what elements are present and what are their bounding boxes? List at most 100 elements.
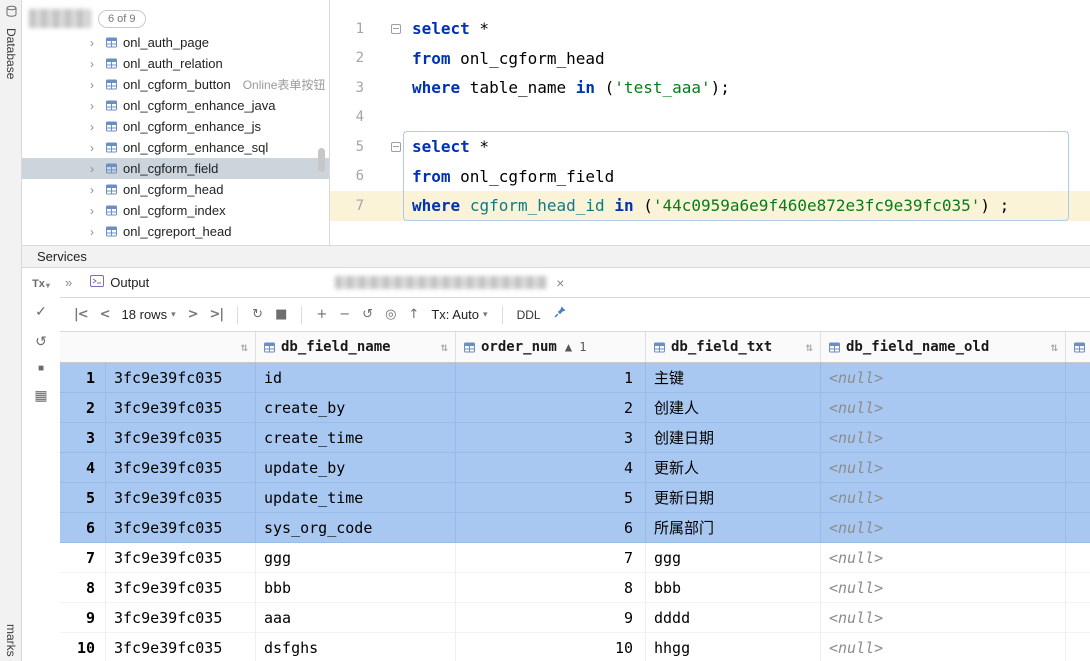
commit-icon[interactable]: ✓ bbox=[35, 303, 47, 320]
table-row[interactable]: 8 3fc9e39fc035 bbb 8 bbb <null> bbox=[60, 573, 1090, 603]
delete-row-icon[interactable]: − bbox=[339, 307, 350, 322]
tree-item-onl_cgform_button[interactable]: › onl_cgform_button Online表单按钮 bbox=[22, 74, 329, 95]
view-layout-icon[interactable]: ▦ bbox=[34, 387, 47, 404]
fold-marker-icon[interactable] bbox=[391, 141, 401, 152]
last-page-icon[interactable]: >| bbox=[210, 307, 225, 322]
cell-db_field_txt[interactable]: 创建人 bbox=[646, 393, 821, 423]
cell-head-id[interactable]: 3fc9e39fc035 bbox=[106, 573, 256, 603]
cell-db_field_name_old[interactable]: <null> bbox=[821, 573, 1066, 603]
stop-icon[interactable]: ■ bbox=[38, 363, 44, 374]
transaction-mode-icon[interactable]: Tx ▾ bbox=[32, 278, 50, 290]
cell-db_field_name_old[interactable]: <null> bbox=[821, 393, 1066, 423]
cell-db_field_txt[interactable]: 更新人 bbox=[646, 453, 821, 483]
next-page-icon[interactable]: > bbox=[188, 307, 199, 322]
first-page-icon[interactable]: |< bbox=[74, 307, 89, 322]
table-row[interactable]: 9 3fc9e39fc035 aaa 9 dddd <null> bbox=[60, 603, 1090, 633]
cell-head-id[interactable]: 3fc9e39fc035 bbox=[106, 453, 256, 483]
cell-order_num[interactable]: 5 bbox=[456, 483, 646, 513]
cell-row-number[interactable]: 3 bbox=[60, 423, 106, 453]
cell-row-number[interactable]: 6 bbox=[60, 513, 106, 543]
column-header[interactable] bbox=[1066, 332, 1090, 362]
database-toolwindow-button[interactable]: Database bbox=[4, 28, 18, 79]
cell-db_field_name[interactable]: create_by bbox=[256, 393, 456, 423]
cell-db_field_name_old[interactable]: <null> bbox=[821, 423, 1066, 453]
cell-db_field_txt[interactable]: dddd bbox=[646, 603, 821, 633]
cell-db_field_txt[interactable]: hhgg bbox=[646, 633, 821, 661]
close-tab-icon[interactable]: × bbox=[556, 275, 564, 291]
cell-db_field_txt[interactable]: 创建日期 bbox=[646, 423, 821, 453]
cell-db_field_txt[interactable]: 更新日期 bbox=[646, 483, 821, 513]
cell-head-id[interactable]: 3fc9e39fc035 bbox=[106, 633, 256, 661]
fold-marker-icon[interactable] bbox=[391, 23, 401, 34]
table-row[interactable]: 2 3fc9e39fc035 create_by 2 创建人 <null> bbox=[60, 393, 1090, 423]
chevron-right-icon[interactable]: › bbox=[90, 141, 100, 155]
sort-icon[interactable]: ⇅ bbox=[1051, 340, 1058, 354]
code-line[interactable]: select * bbox=[378, 19, 489, 38]
tree-item-onl_cgform_head[interactable]: › onl_cgform_head bbox=[22, 179, 329, 200]
page-size-dropdown[interactable]: 18 rows ▾ bbox=[122, 307, 176, 322]
cell-db_field_name_old[interactable]: <null> bbox=[821, 633, 1066, 661]
table-row[interactable]: 5 3fc9e39fc035 update_time 5 更新日期 <null> bbox=[60, 483, 1090, 513]
sort-icon[interactable]: ▲ 1 bbox=[565, 340, 587, 354]
cell-db_field_name_old[interactable]: <null> bbox=[821, 363, 1066, 393]
ddl-button[interactable]: DDL bbox=[517, 308, 541, 322]
cell-db_field_name_old[interactable]: <null> bbox=[821, 603, 1066, 633]
cell-order_num[interactable]: 8 bbox=[456, 573, 646, 603]
cell-order_num[interactable]: 6 bbox=[456, 513, 646, 543]
cell-db_field_name[interactable]: create_time bbox=[256, 423, 456, 453]
table-row[interactable]: 10 3fc9e39fc035 dsfghs 10 hhgg <null> bbox=[60, 633, 1090, 661]
hide-tabs-chevron-icon[interactable]: » bbox=[65, 275, 72, 290]
tab-output[interactable]: Output bbox=[80, 268, 159, 297]
cell-db_field_name[interactable]: update_by bbox=[256, 453, 456, 483]
sort-icon[interactable]: ⇅ bbox=[806, 340, 813, 354]
cell-row-number[interactable]: 10 bbox=[60, 633, 106, 661]
chevron-right-icon[interactable]: › bbox=[90, 57, 100, 71]
tab-result-redacted[interactable]: × bbox=[325, 268, 574, 297]
cell-db_field_name_old[interactable]: <null> bbox=[821, 513, 1066, 543]
code-line[interactable]: select * bbox=[378, 137, 489, 156]
chevron-right-icon[interactable]: › bbox=[90, 183, 100, 197]
table-row[interactable]: 4 3fc9e39fc035 update_by 4 更新人 <null> bbox=[60, 453, 1090, 483]
cell-row-number[interactable]: 4 bbox=[60, 453, 106, 483]
cell-order_num[interactable]: 10 bbox=[456, 633, 646, 661]
cell-db_field_txt[interactable]: ggg bbox=[646, 543, 821, 573]
compare-icon[interactable]: ◎ bbox=[385, 307, 396, 322]
chevron-right-icon[interactable]: › bbox=[90, 99, 100, 113]
column-header-order_num[interactable]: order_num ▲ 1 bbox=[456, 332, 646, 362]
chevron-right-icon[interactable]: › bbox=[90, 120, 100, 134]
code-line[interactable]: where cgform_head_id in ('44c0959a6e9f46… bbox=[378, 196, 1009, 215]
cell-order_num[interactable]: 3 bbox=[456, 423, 646, 453]
cell-db_field_txt[interactable]: bbb bbox=[646, 573, 821, 603]
chevron-right-icon[interactable]: › bbox=[90, 36, 100, 50]
sql-editor[interactable]: 1 select * 2 from onl_cgform_head 3 where tab… bbox=[330, 0, 1090, 245]
cell-db_field_name[interactable]: bbb bbox=[256, 573, 456, 603]
tx-mode-dropdown[interactable]: Tx: Auto ▾ bbox=[431, 307, 487, 322]
cell-order_num[interactable]: 9 bbox=[456, 603, 646, 633]
tree-item-onl_cgform_enhance_sql[interactable]: › onl_cgform_enhance_sql bbox=[22, 137, 329, 158]
table-row[interactable]: 3 3fc9e39fc035 create_time 3 创建日期 <null> bbox=[60, 423, 1090, 453]
table-row[interactable]: 7 3fc9e39fc035 ggg 7 ggg <null> bbox=[60, 543, 1090, 573]
revert-changes-icon[interactable]: ↺ bbox=[362, 307, 373, 322]
cell-head-id[interactable]: 3fc9e39fc035 bbox=[106, 543, 256, 573]
tree-item-onl_cgform_field[interactable]: › onl_cgform_field bbox=[22, 158, 329, 179]
cell-db_field_name_old[interactable]: <null> bbox=[821, 453, 1066, 483]
column-header-db_field_name[interactable]: db_field_name ⇅ bbox=[256, 332, 456, 362]
cell-db_field_name_old[interactable]: <null> bbox=[821, 483, 1066, 513]
stop-query-icon[interactable]: ■ bbox=[275, 307, 287, 322]
cell-head-id[interactable]: 3fc9e39fc035 bbox=[106, 363, 256, 393]
code-line[interactable]: where table_name in ('test_aaa'); bbox=[378, 78, 730, 97]
tree-item-onl_auth_page[interactable]: › onl_auth_page bbox=[22, 32, 329, 53]
tree-item-onl_cgform_index[interactable]: › onl_cgform_index bbox=[22, 200, 329, 221]
cell-order_num[interactable]: 1 bbox=[456, 363, 646, 393]
cell-order_num[interactable]: 7 bbox=[456, 543, 646, 573]
sort-icon[interactable]: ⇅ bbox=[441, 340, 448, 354]
cell-head-id[interactable]: 3fc9e39fc035 bbox=[106, 513, 256, 543]
chevron-right-icon[interactable]: › bbox=[90, 78, 100, 92]
tree-scrollbar[interactable] bbox=[318, 148, 325, 172]
previous-page-icon[interactable]: < bbox=[100, 307, 111, 322]
tree-item-onl_cgform_enhance_js[interactable]: › onl_cgform_enhance_js bbox=[22, 116, 329, 137]
column-header-db_field_txt[interactable]: db_field_txt ⇅ bbox=[646, 332, 821, 362]
cell-row-number[interactable]: 9 bbox=[60, 603, 106, 633]
cell-row-number[interactable]: 8 bbox=[60, 573, 106, 603]
cell-db_field_name[interactable]: ggg bbox=[256, 543, 456, 573]
